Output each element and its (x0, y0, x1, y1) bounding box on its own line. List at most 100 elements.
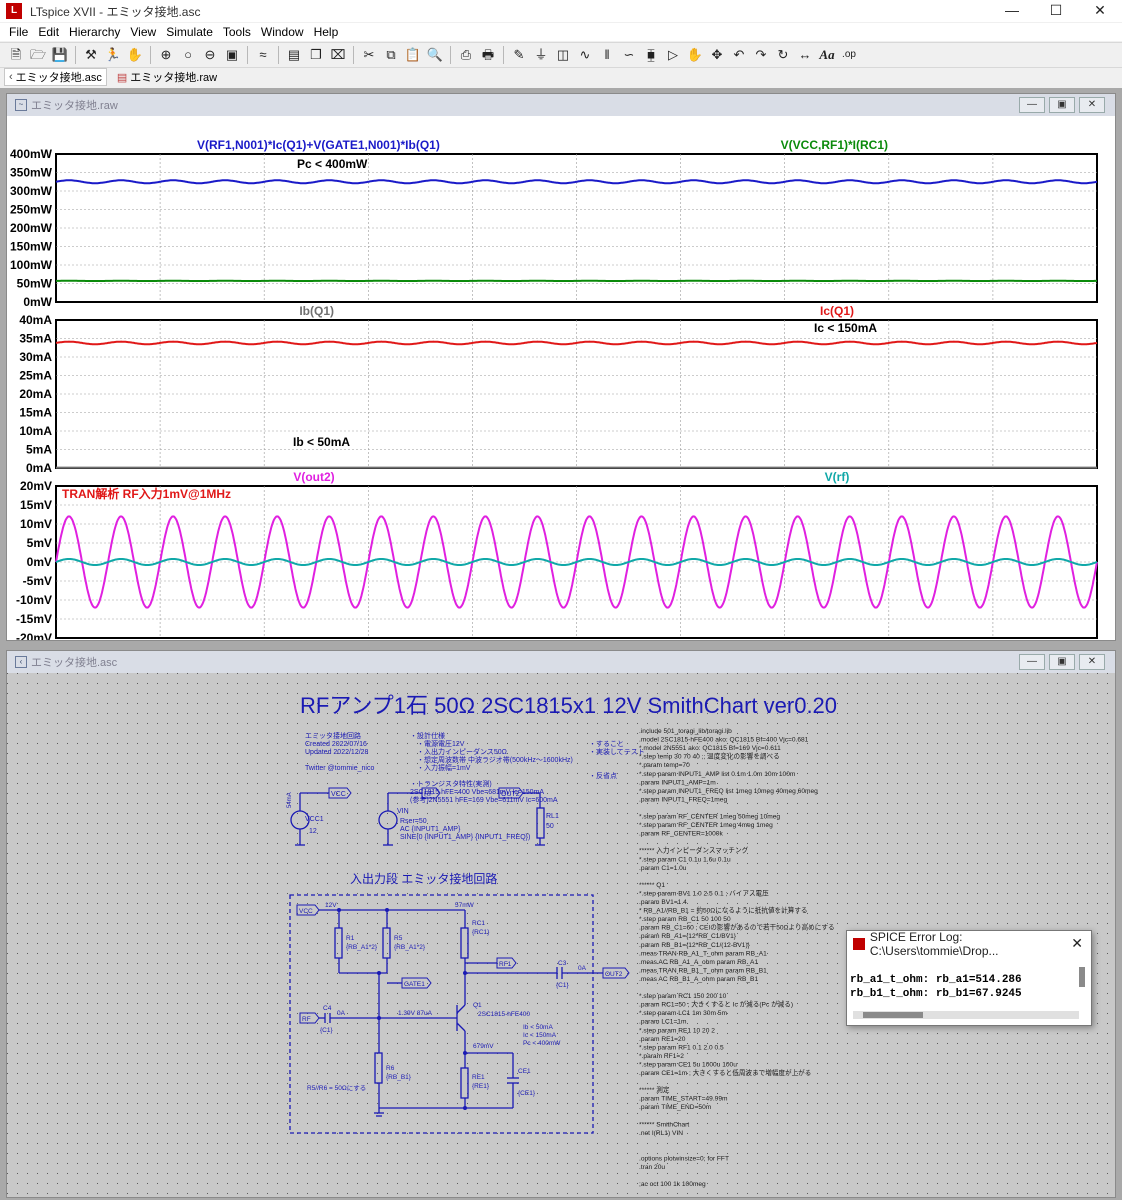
drag-icon[interactable]: ✥ (707, 45, 727, 65)
spice-directive-line: ****** Q1 (639, 882, 665, 889)
toolbar-divider (150, 46, 151, 64)
node-base: 1.39V 87uA (398, 1010, 433, 1017)
close-icon[interactable]: ✕ (1071, 935, 1083, 952)
save-icon[interactable]: 💾 (50, 45, 70, 65)
redo-icon[interactable]: ↷ (751, 45, 771, 65)
component-icon[interactable]: ▷ (663, 45, 683, 65)
rotate-icon[interactable]: ↻ (773, 45, 793, 65)
open-folder-icon[interactable]: 🗁 (28, 45, 48, 65)
spice-directive-line: ****** SmithChart (639, 1121, 689, 1128)
y-tick-label: 200mW (10, 221, 53, 235)
zoom-out-icon[interactable]: ⊖ (200, 45, 220, 65)
menu-hierarchy[interactable]: Hierarchy (64, 25, 125, 39)
menu-simulate[interactable]: Simulate (161, 25, 218, 39)
tile-horizontal-icon[interactable]: ▤ (284, 45, 304, 65)
scrollbar-thumb[interactable] (863, 1012, 923, 1018)
cascade-icon[interactable]: ❐ (306, 45, 326, 65)
waveform-window-titlebar: ~ エミッタ接地.raw — ▣ ✕ (7, 94, 1115, 116)
tab-label: エミッタ接地.asc (15, 72, 102, 84)
menu-file[interactable]: File (4, 25, 33, 39)
maximize-button[interactable]: ▣ (1049, 97, 1075, 113)
c4-label: C4 (323, 1005, 332, 1012)
r1-label: R1 (346, 935, 355, 942)
run-icon[interactable]: 🏃 (103, 45, 123, 65)
mirror-icon[interactable]: ↔ (795, 45, 815, 65)
error-log-body[interactable]: rb_a1_t_ohm: rb_a1=514.286 rb_b1_t_ohm: … (847, 957, 1091, 1001)
node-vcc-voltage: 12V (325, 902, 337, 909)
flag-vcc: VCC (299, 908, 313, 915)
text-icon[interactable]: Aa (817, 45, 837, 65)
flag-vcc: VCC (331, 791, 346, 798)
vertical-scrollbar[interactable] (1079, 967, 1085, 987)
tab-waveform[interactable]: ▤ エミッタ接地.raw (113, 69, 221, 85)
close-button[interactable]: ✕ (1079, 97, 1105, 113)
r5-label: R5 (394, 935, 403, 942)
y-tick-label: 250mW (10, 203, 53, 217)
ground-icon[interactable]: ⏚ (531, 45, 551, 65)
copy-icon[interactable]: ⧉ (381, 45, 401, 65)
spice-directive-line: .param CE1=1m ; 大きくすると低周波まで増幅度が上がる (639, 1068, 811, 1077)
vcc1-value: 12 (309, 828, 317, 835)
menu-edit[interactable]: Edit (33, 25, 64, 39)
spice-directive-line: .meas AC RB_A1_A_ohm param RB_A1 (639, 959, 758, 966)
paste-icon[interactable]: 📋 (403, 45, 423, 65)
minimize-button[interactable]: — (1019, 97, 1045, 113)
pan-icon[interactable]: ○ (178, 45, 198, 65)
minimize-button[interactable]: — (990, 0, 1034, 22)
spice-directive-line: *.step param INPUT1_AMP list 0.1m 1.0m 1… (639, 771, 796, 778)
horizontal-scrollbar[interactable] (853, 1011, 1079, 1019)
flag-rf1: RF1 (499, 961, 512, 968)
c4-value: {C1} (320, 1027, 333, 1034)
schematic-icon: ‹ (9, 71, 13, 83)
y-tick-label: 5mV (27, 536, 52, 550)
vcc1-label: VCC1 (305, 816, 324, 823)
error-log-line: rb_a1_t_ohm: rb_a1=514.286 (850, 974, 1022, 986)
label-net-icon[interactable]: ◫ (553, 45, 573, 65)
y-tick-label: 15mV (20, 498, 52, 512)
menu-view[interactable]: View (125, 25, 161, 39)
diode-icon[interactable]: ⧯ (641, 45, 661, 65)
menu-help[interactable]: Help (309, 25, 344, 39)
close-button[interactable]: ✕ (1079, 654, 1105, 670)
print-setup-icon[interactable]: ⎙ (456, 45, 476, 65)
spice-directive-line: * RB_A1//RB_B1 = 約50Ωになるように抵抗値を計算する (639, 906, 808, 915)
ce1-label: CE1 (518, 1068, 531, 1075)
todo-line: ・すること (589, 740, 624, 748)
series-name: V(VCC,RF1)*I(RC1) (781, 138, 888, 152)
info-line: Updated 2022/12/28 (305, 749, 369, 756)
close-window-icon[interactable]: ⌧ (328, 45, 348, 65)
resistor-icon[interactable]: ∿ (575, 45, 595, 65)
control-panel-icon[interactable]: ⚒ (81, 45, 101, 65)
spice-directive-icon[interactable]: .op (839, 45, 859, 65)
close-button[interactable]: ✕ (1078, 0, 1122, 22)
todo-line: ・実装してテスト (589, 747, 645, 756)
undo-icon[interactable]: ↶ (729, 45, 749, 65)
in-current: 0A (337, 1010, 346, 1017)
new-schematic-icon[interactable]: 🗎 (6, 45, 26, 65)
halt-icon[interactable]: ✋ (125, 45, 145, 65)
autorange-icon[interactable]: ≈ (253, 45, 273, 65)
waveform-plot[interactable]: 400mW 350mW 300mW 250mW 200mW 150mW 100mW 50mW 0… (7, 116, 1115, 640)
move-icon[interactable]: ✋ (685, 45, 705, 65)
tab-schematic[interactable]: ‹ エミッタ接地.asc (4, 68, 107, 86)
y-tick-label: 15mA (19, 406, 52, 420)
minimize-button[interactable]: — (1019, 654, 1045, 670)
y-tick-label: 20mA (19, 387, 52, 401)
menu-tools[interactable]: Tools (218, 25, 256, 39)
maximize-button[interactable]: ☐ (1034, 0, 1078, 22)
zoom-in-icon[interactable]: ⊕ (156, 45, 176, 65)
inductor-icon[interactable]: ∽ (619, 45, 639, 65)
capacitor-icon[interactable]: ‖ (597, 45, 617, 65)
zoom-fit-icon[interactable]: ▣ (222, 45, 242, 65)
toolbar-divider (503, 46, 504, 64)
plot-annotation: TRAN解析 RF入力1mV@1MHz (62, 486, 231, 501)
ce1-value: {CE1} (518, 1090, 536, 1097)
find-icon[interactable]: 🔍 (425, 45, 445, 65)
y-tick-label: 5mA (26, 443, 52, 457)
cut-icon[interactable]: ✂ (359, 45, 379, 65)
menu-window[interactable]: Window (256, 25, 309, 39)
draw-wire-icon[interactable]: ✎ (509, 45, 529, 65)
print-icon[interactable]: 🖶 (478, 45, 498, 65)
y-tick-label: 100mW (10, 258, 53, 272)
maximize-button[interactable]: ▣ (1049, 654, 1075, 670)
